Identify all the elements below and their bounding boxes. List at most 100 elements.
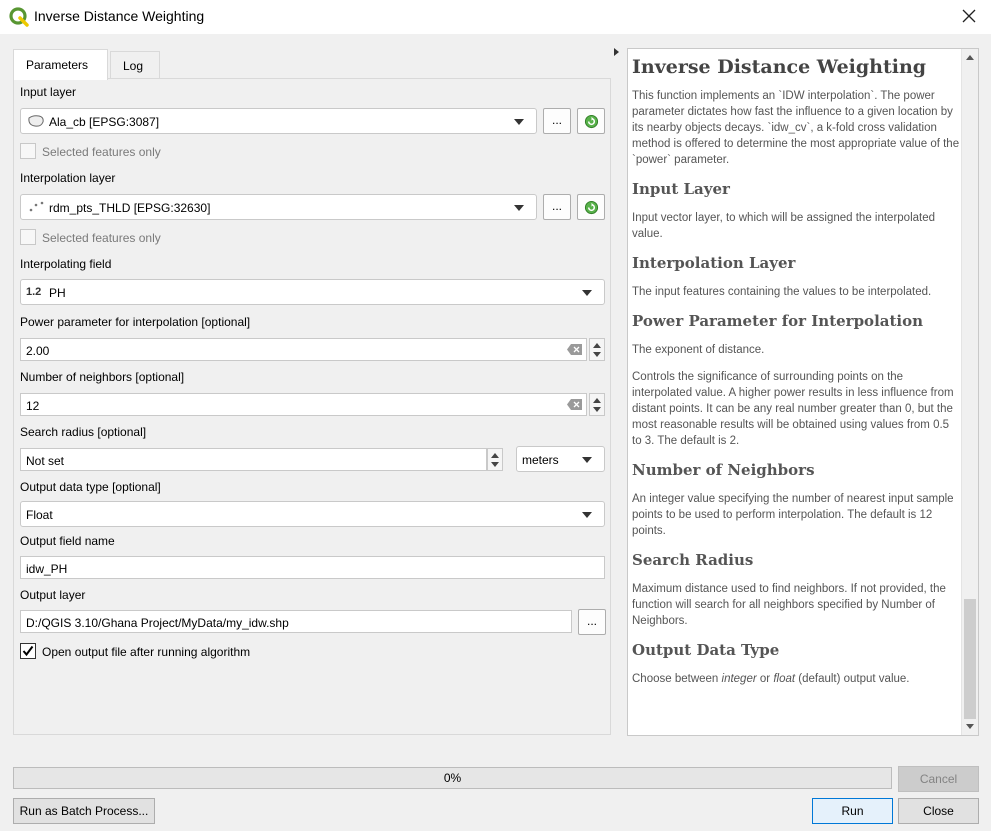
output-layer-browse-button[interactable]: ... (578, 609, 606, 635)
help-text-neighbors: An integer value specifying the number o… (632, 493, 954, 537)
help-scrollbar[interactable] (961, 49, 978, 735)
title-bar: Inverse Distance Weighting (0, 0, 991, 34)
help-title: Inverse Distance Weighting (632, 56, 927, 78)
input-layer-combo[interactable]: Ala_cb [EPSG:3087] (20, 108, 537, 134)
interp-selected-only-checkbox[interactable] (20, 229, 36, 245)
green-refresh-icon (584, 200, 599, 215)
spin-down-icon[interactable] (491, 462, 499, 467)
help-text-input-layer: Input vector layer, to which will be ass… (632, 212, 936, 240)
run-batch-button[interactable]: Run as Batch Process... (13, 798, 155, 824)
interpolating-field-value: PH (49, 286, 66, 300)
cancel-button[interactable]: Cancel (898, 766, 979, 792)
close-window-icon[interactable] (959, 6, 979, 26)
output-field-label: Output field name (20, 534, 115, 548)
clear-icon[interactable] (567, 344, 582, 355)
polygon-layer-icon (28, 115, 44, 127)
output-layer-value: D:/QGIS 3.10/Ghana Project/MyData/my_idw… (26, 616, 289, 630)
help-heading-input-layer: Input Layer (632, 180, 730, 198)
input-selected-only-label: Selected features only (42, 145, 161, 159)
interpolation-layer-label: Interpolation layer (20, 171, 116, 185)
power-label: Power parameter for interpolation [optio… (20, 315, 251, 329)
help-text-fragment: or (756, 673, 774, 685)
spin-down-icon[interactable] (593, 352, 601, 357)
green-refresh-icon (584, 114, 599, 129)
output-type-value: Float (26, 508, 53, 522)
qgis-logo-icon (9, 7, 29, 27)
input-layer-value: Ala_cb [EPSG:3087] (49, 115, 160, 129)
neighbors-label: Number of neighbors [optional] (20, 370, 185, 384)
help-text-emphasis: float (773, 673, 796, 685)
search-radius-unit-combo[interactable]: meters (516, 446, 605, 472)
tab-parameters-label: Parameters (26, 58, 89, 72)
spin-up-icon[interactable] (491, 453, 499, 458)
power-input[interactable]: 2.00 (20, 338, 587, 361)
chevron-down-icon (514, 205, 524, 211)
output-layer-label: Output layer (20, 588, 86, 602)
help-heading-search-radius: Search Radius (632, 551, 754, 569)
interpolation-layer-combo[interactable]: rdm_pts_THLD [EPSG:32630] (20, 194, 537, 220)
spin-up-icon[interactable] (593, 343, 601, 348)
input-selected-only-checkbox[interactable] (20, 143, 36, 159)
interp-selected-only-label: Selected features only (42, 231, 161, 245)
search-radius-unit-value: meters (522, 453, 559, 467)
search-radius-value: Not set (26, 454, 65, 468)
power-value: 2.00 (26, 344, 50, 358)
neighbors-spinner[interactable] (589, 393, 605, 416)
help-heading-output-type: Output Data Type (632, 641, 780, 659)
run-button[interactable]: Run (812, 798, 893, 824)
scroll-up-icon[interactable] (966, 55, 974, 60)
interpolation-layer-browse-button[interactable]: ... (543, 194, 571, 220)
help-content: Inverse Distance Weighting This function… (632, 49, 960, 698)
help-heading-interpolation-layer: Interpolation Layer (632, 254, 796, 272)
help-text-fragment: (default) output value. (795, 673, 910, 685)
help-heading-power: Power Parameter for Interpolation (632, 312, 924, 330)
help-text-emphasis: integer (721, 673, 757, 685)
scroll-down-icon[interactable] (966, 724, 974, 729)
search-radius-input[interactable]: Not set (20, 448, 487, 471)
help-heading-neighbors: Number of Neighbors (632, 461, 815, 479)
interpolating-field-label: Interpolating field (20, 257, 112, 271)
output-field-input[interactable]: idw_PH (20, 556, 605, 579)
output-field-value: idw_PH (26, 562, 68, 576)
clear-icon[interactable] (567, 399, 582, 410)
checkmark-icon (22, 645, 34, 657)
parameters-panel: Input layer Ala_cb [EPSG:3087] ... Selec… (13, 78, 611, 735)
point-layer-icon (29, 201, 44, 212)
power-spinner[interactable] (589, 338, 605, 361)
input-layer-browse-button[interactable]: ... (543, 108, 571, 134)
help-panel: Inverse Distance Weighting This function… (627, 48, 979, 736)
output-layer-input[interactable]: D:/QGIS 3.10/Ghana Project/MyData/my_idw… (20, 610, 572, 633)
help-text-power: The exponent of distance. (632, 344, 765, 356)
open-output-checkbox[interactable] (20, 643, 36, 659)
open-output-label: Open output file after running algorithm (42, 645, 251, 659)
search-radius-spinner[interactable] (487, 448, 503, 471)
close-button[interactable]: Close (898, 798, 979, 824)
progress-bar: 0% (13, 767, 892, 789)
splitter-collapse-icon[interactable] (614, 48, 619, 56)
chevron-down-icon (582, 512, 592, 518)
spin-up-icon[interactable] (593, 398, 601, 403)
chevron-down-icon (582, 457, 592, 463)
neighbors-value: 12 (26, 399, 40, 413)
help-text-search-radius: Maximum distance used to find neighbors.… (632, 583, 946, 627)
scroll-thumb[interactable] (964, 599, 976, 719)
window-title: Inverse Distance Weighting (34, 8, 205, 24)
interpolation-layer-value: rdm_pts_THLD [EPSG:32630] (49, 201, 211, 215)
help-text-interpolation-layer: The input features containing the values… (632, 286, 932, 298)
interpolation-layer-iterate-button[interactable] (577, 194, 605, 220)
help-text-output-type: Choose between integer or float (default… (632, 671, 960, 687)
help-text-fragment: Choose between (632, 673, 722, 685)
decimal-field-type-icon: 1.2 (26, 286, 42, 298)
tab-parameters[interactable]: Parameters (13, 49, 108, 80)
input-layer-iterate-button[interactable] (577, 108, 605, 134)
interpolating-field-combo[interactable]: 1.2 PH (20, 279, 605, 305)
help-text-power-2: Controls the significance of surrounding… (632, 371, 954, 447)
neighbors-input[interactable]: 12 (20, 393, 587, 416)
chevron-down-icon (514, 119, 524, 125)
tab-log[interactable]: Log (110, 51, 160, 79)
help-intro: This function implements an `IDW interpo… (632, 90, 960, 166)
output-type-combo[interactable]: Float (20, 501, 605, 527)
spin-down-icon[interactable] (593, 407, 601, 412)
input-layer-label: Input layer (20, 85, 77, 99)
chevron-down-icon (582, 290, 592, 296)
